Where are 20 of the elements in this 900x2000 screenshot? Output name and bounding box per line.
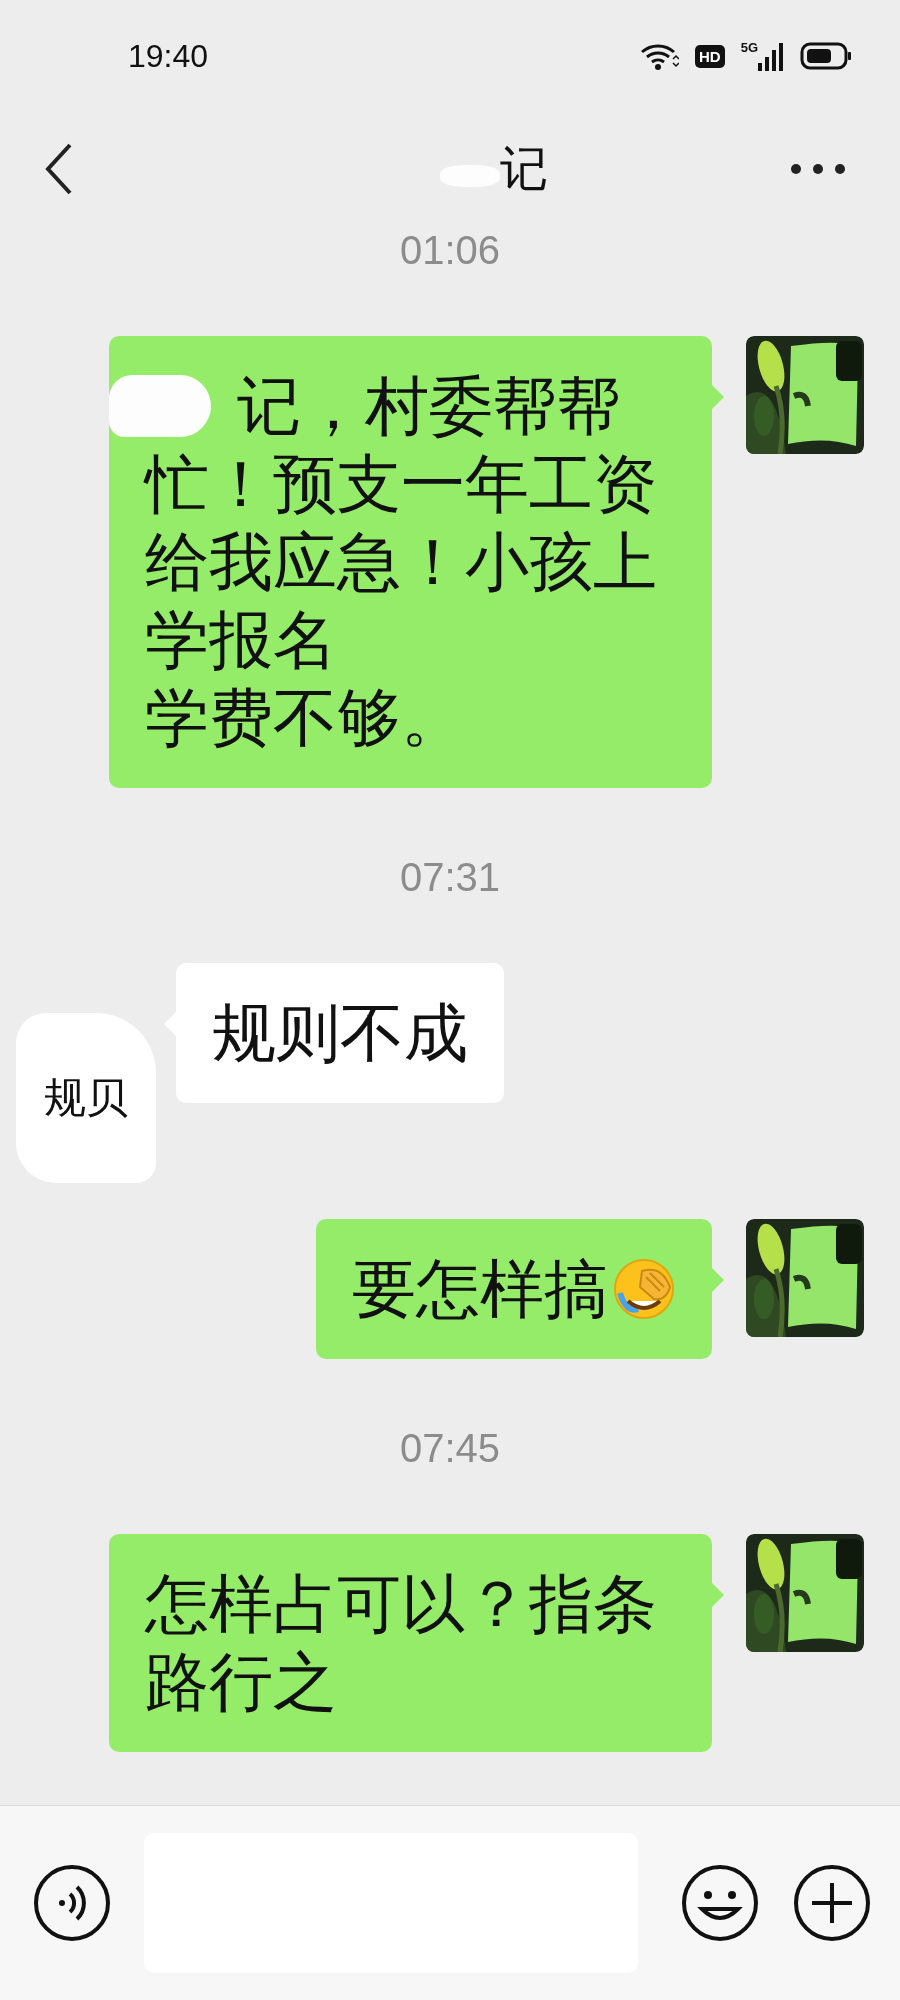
network-type: 5G — [740, 41, 758, 54]
message-text: 忙！预支一年工资给我应急！小孩上学报名 — [144, 446, 658, 679]
message-text: 记，村委帮帮 — [236, 368, 621, 445]
add-icon[interactable] — [792, 1863, 872, 1943]
timestamp: 07:45 — [399, 1425, 501, 1472]
message-text: 规则不成 — [212, 995, 468, 1072]
avatar-text: 规贝 — [44, 1072, 128, 1124]
chat-title: 记 — [500, 138, 548, 198]
timestamp: 01:06 — [399, 227, 501, 274]
message-text: 要怎样搞 — [352, 1251, 608, 1328]
battery-icon — [800, 42, 852, 70]
voice-icon[interactable] — [32, 1863, 112, 1943]
timestamp: 07:31 — [399, 854, 501, 901]
emoji-icon[interactable] — [680, 1863, 760, 1943]
hd-badge: HD — [695, 44, 725, 68]
status-time: 19:40 — [128, 37, 209, 75]
wifi-icon — [639, 41, 679, 71]
message-text: 学费不够。 — [144, 680, 466, 757]
message-text: 怎样占可以？指条路行之 — [144, 1566, 658, 1721]
signal-icon — [758, 41, 784, 71]
